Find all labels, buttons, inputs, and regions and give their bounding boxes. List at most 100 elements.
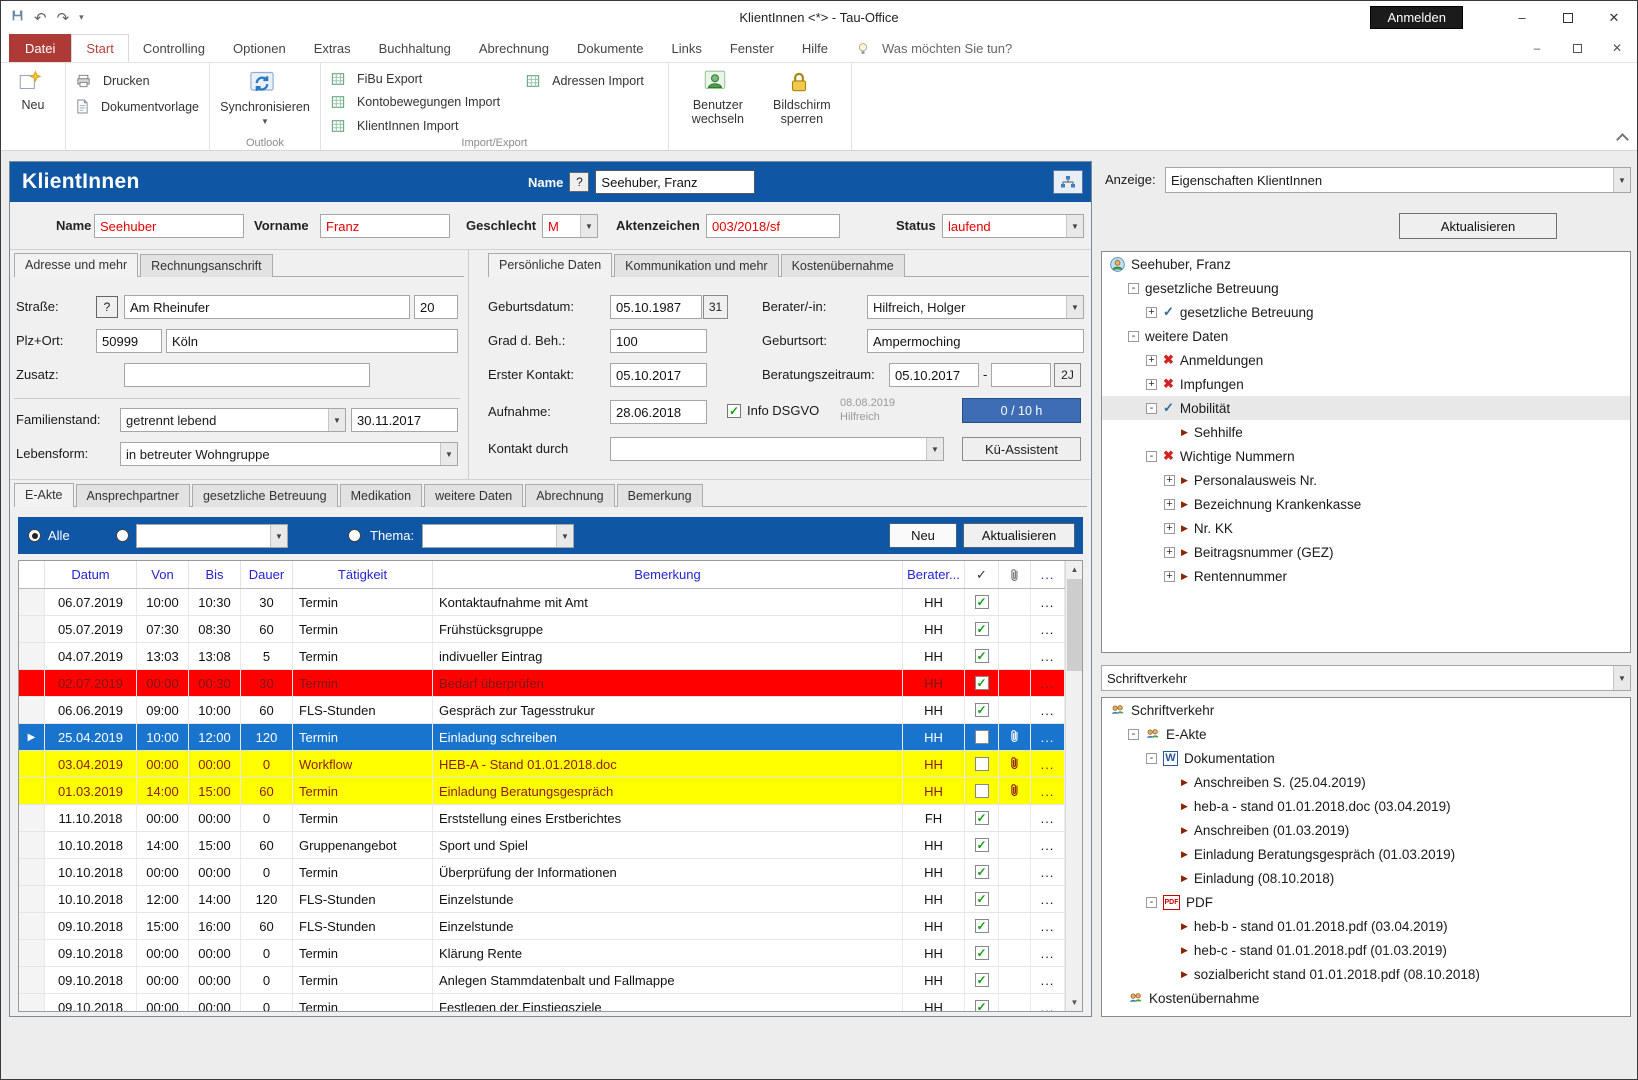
row-options-button[interactable]: ... <box>1031 697 1065 723</box>
row-options-button[interactable]: ... <box>1031 859 1065 885</box>
org-chart-button[interactable] <box>1053 170 1083 194</box>
attachment-cell[interactable] <box>999 751 1031 777</box>
detail-tab-ansprechpartner[interactable]: Ansprechpartner <box>76 484 190 507</box>
options-column-header[interactable]: ... <box>1031 561 1065 588</box>
attachment-cell[interactable] <box>999 616 1031 642</box>
detail-tab-medikation[interactable]: Medikation <box>340 484 422 507</box>
attachment-cell[interactable] <box>999 643 1031 669</box>
erledigt-checkbox-cell[interactable]: ✓ <box>965 670 999 696</box>
row-selector-cell[interactable] <box>19 751 45 777</box>
collapse-ribbon-icon[interactable] <box>1616 133 1629 146</box>
detail-tab-weitere-daten[interactable]: weitere Daten <box>424 484 523 507</box>
row-options-button[interactable]: ... <box>1031 643 1065 669</box>
tree-item-impfungen[interactable]: +✖Impfungen <box>1102 372 1630 396</box>
detail-tab-abrechnung[interactable]: Abrechnung <box>525 484 614 507</box>
close-button[interactable]: ✕ <box>1591 1 1637 34</box>
erledigt-checkbox-cell[interactable] <box>965 778 999 804</box>
lebensform-select[interactable]: in betreuter Wohngruppe▼ <box>120 442 458 466</box>
ribbon-tab-fenster[interactable]: Fenster <box>716 34 788 62</box>
row-options-button[interactable]: ... <box>1031 805 1065 831</box>
erledigt-checkbox-cell[interactable]: ✓ <box>965 832 999 858</box>
hausnummer-input[interactable] <box>414 295 458 319</box>
row-options-button[interactable]: ... <box>1031 778 1065 804</box>
maximize-button[interactable] <box>1545 1 1591 34</box>
attachment-cell[interactable] <box>999 724 1031 750</box>
table-scrollbar[interactable]: ▲ ▼ <box>1065 561 1082 1011</box>
row-options-button[interactable]: ... <box>1031 913 1065 939</box>
table-row[interactable]: 04.07.201913:0313:085Terminindivueller E… <box>19 643 1065 670</box>
tree-expander-icon[interactable]: + <box>1146 355 1157 366</box>
attachment-cell[interactable] <box>999 913 1031 939</box>
row-selector-cell[interactable] <box>19 616 45 642</box>
tree-expander-icon[interactable]: + <box>1164 547 1175 558</box>
vorname-input[interactable] <box>320 214 450 238</box>
strasse-help-button[interactable]: ? <box>96 296 118 318</box>
quick-access-customize-icon[interactable]: ▾ <box>79 12 84 23</box>
tree-expander-icon[interactable]: - <box>1128 729 1139 740</box>
attachment-cell[interactable] <box>999 778 1031 804</box>
bis-column-header[interactable]: Bis <box>189 561 241 588</box>
row-selector-cell[interactable] <box>19 778 45 804</box>
table-row[interactable]: 10.10.201814:0015:0060GruppenangebotSpor… <box>19 832 1065 859</box>
erledigt-checkbox-cell[interactable]: ✓ <box>965 940 999 966</box>
tree-aktualisieren-button[interactable]: Aktualisieren <box>1399 213 1557 239</box>
tree-expander-icon[interactable]: + <box>1164 571 1175 582</box>
drucken-button[interactable]: Drucken <box>76 71 199 90</box>
erledigt-checkbox-cell[interactable]: ✓ <box>965 616 999 642</box>
ribbon-tab-extras[interactable]: Extras <box>300 34 365 62</box>
taetigkeit-column-header[interactable]: Tätigkeit <box>293 561 433 588</box>
tab-persönliche-daten[interactable]: Persönliche Daten <box>488 253 612 277</box>
radio-thema[interactable] <box>348 529 361 542</box>
tree-item-e-akte[interactable]: -E-Akte <box>1102 722 1630 746</box>
erledigt-checkbox-cell[interactable]: ✓ <box>965 967 999 993</box>
kontobewegungen-import-button[interactable]: Kontobewegungen Import <box>331 94 500 110</box>
erledigt-checkbox-cell[interactable]: ✓ <box>965 913 999 939</box>
ort-input[interactable] <box>166 329 458 353</box>
table-row[interactable]: 09.10.201800:0000:000TerminKlärung Rente… <box>19 940 1065 967</box>
aktualisieren-button[interactable]: Aktualisieren <box>963 523 1075 548</box>
tree-expander-icon[interactable]: - <box>1146 897 1157 908</box>
thema-filter-select[interactable]: Tagesablauf▼ <box>422 524 574 548</box>
ribbon-tab-optionen[interactable]: Optionen <box>219 34 300 62</box>
tree-expander-icon[interactable]: + <box>1164 523 1175 534</box>
row-selector-cell[interactable] <box>19 886 45 912</box>
tree-expander-icon[interactable]: + <box>1146 379 1157 390</box>
tree-item-einladung-08-10-2018[interactable]: ▶Einladung (08.10.2018) <box>1102 866 1630 890</box>
tree-item-einladung-beratungsgespräch-01-03-2019[interactable]: ▶Einladung Beratungsgespräch (01.03.2019… <box>1102 842 1630 866</box>
erledigt-checkbox-cell[interactable]: ✓ <box>965 589 999 615</box>
tree-item-schriftverkehr[interactable]: Schriftverkehr <box>1102 698 1630 722</box>
row-options-button[interactable]: ... <box>1031 616 1065 642</box>
geburtsort-input[interactable] <box>867 329 1084 353</box>
ribbon-tab-start[interactable]: Start <box>71 34 128 62</box>
table-row[interactable]: ▶25.04.201910:0012:00120TerminEinladung … <box>19 724 1065 751</box>
grad-input[interactable] <box>610 329 707 353</box>
anzeige-select[interactable]: Eigenschaften KlientInnen▼ <box>1165 167 1631 193</box>
tree-item-kostenübernahme[interactable]: Kostenübernahme <box>1102 986 1630 1010</box>
scroll-down-icon[interactable]: ▼ <box>1066 994 1083 1011</box>
row-selector-cell[interactable] <box>19 805 45 831</box>
zusatz-input[interactable] <box>124 363 370 387</box>
ribbon-tab-controlling[interactable]: Controlling <box>129 34 219 62</box>
table-row[interactable]: 06.07.201910:0010:3030TerminKontaktaufna… <box>19 589 1065 616</box>
row-options-button[interactable]: ... <box>1031 832 1065 858</box>
name-input[interactable] <box>94 214 244 238</box>
zeitraum-von-input[interactable] <box>889 363 979 387</box>
bemerkung-column-header[interactable]: Bemerkung <box>433 561 903 588</box>
table-row[interactable]: 09.10.201800:0000:000TerminFestlegen der… <box>19 994 1065 1011</box>
table-row[interactable]: 02.07.201900:0000:3030TerminBedarf überp… <box>19 670 1065 697</box>
row-options-button[interactable]: ... <box>1031 967 1065 993</box>
familienstand-datum-input[interactable] <box>351 408 458 432</box>
erster-kontakt-input[interactable] <box>610 363 707 387</box>
attachment-cell[interactable] <box>999 859 1031 885</box>
erledigt-checkbox-cell[interactable] <box>965 751 999 777</box>
attachment-cell[interactable] <box>999 967 1031 993</box>
ribbon-tab-links[interactable]: Links <box>657 34 715 62</box>
tree-item-anmeldungen[interactable]: +✖Anmeldungen <box>1102 348 1630 372</box>
strasse-input[interactable] <box>124 295 410 319</box>
tree-item-seehuber-franz[interactable]: Seehuber, Franz <box>1102 252 1630 276</box>
row-options-button[interactable]: ... <box>1031 724 1065 750</box>
tree-expander-icon[interactable]: + <box>1164 499 1175 510</box>
berater-select[interactable]: Hilfreich, Holger▼ <box>867 295 1084 319</box>
attachment-column-header[interactable] <box>999 561 1031 588</box>
check-column-header[interactable]: ✓ <box>965 561 999 588</box>
